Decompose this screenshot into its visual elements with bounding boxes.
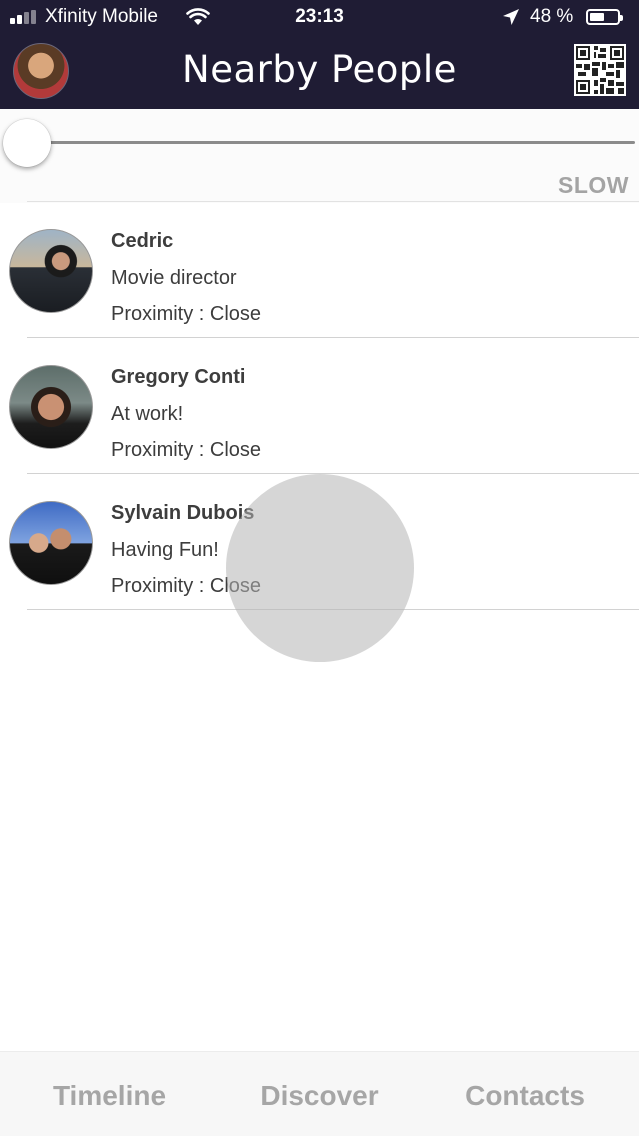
person-name: Gregory Conti [111, 366, 246, 388]
person-avatar [9, 229, 93, 313]
list-item[interactable]: Gregory Conti At work! Proximity : Close [0, 338, 639, 474]
tab-discover[interactable]: Discover [214, 1080, 425, 1112]
list-item[interactable]: Cedric Movie director Proximity : Close [0, 202, 639, 338]
slider-track[interactable] [30, 141, 635, 144]
speed-label: SLOW [558, 172, 629, 198]
status-bar: Xfinity Mobile 23:13 48 % [0, 0, 639, 36]
person-status: Movie director [111, 267, 237, 289]
battery-icon [586, 9, 623, 25]
qr-code-icon[interactable] [574, 44, 626, 96]
row-divider [27, 609, 639, 610]
tab-bar: Timeline Discover Contacts [0, 1051, 639, 1136]
person-name: Sylvain Dubois [111, 502, 255, 524]
person-proximity: Proximity : Close [111, 575, 262, 597]
slider-thumb[interactable] [3, 119, 51, 167]
location-arrow-icon [502, 8, 520, 32]
app-header: Xfinity Mobile 23:13 48 % Nearby People [0, 0, 639, 109]
person-avatar [9, 501, 93, 585]
person-avatar [9, 365, 93, 449]
speed-slider-area: SLOW [0, 109, 639, 203]
person-status: At work! [111, 403, 184, 425]
person-name: Cedric [111, 230, 174, 252]
tab-timeline[interactable]: Timeline [0, 1080, 219, 1112]
person-status: Having Fun! [111, 539, 219, 561]
tab-contacts[interactable]: Contacts [420, 1080, 630, 1112]
person-proximity: Proximity : Close [111, 303, 262, 325]
list-item[interactable]: Sylvain Dubois Having Fun! Proximity : C… [0, 474, 639, 610]
person-proximity: Proximity : Close [111, 439, 262, 461]
page-title: Nearby People [182, 48, 457, 91]
battery-percentage: 48 % [530, 6, 574, 27]
